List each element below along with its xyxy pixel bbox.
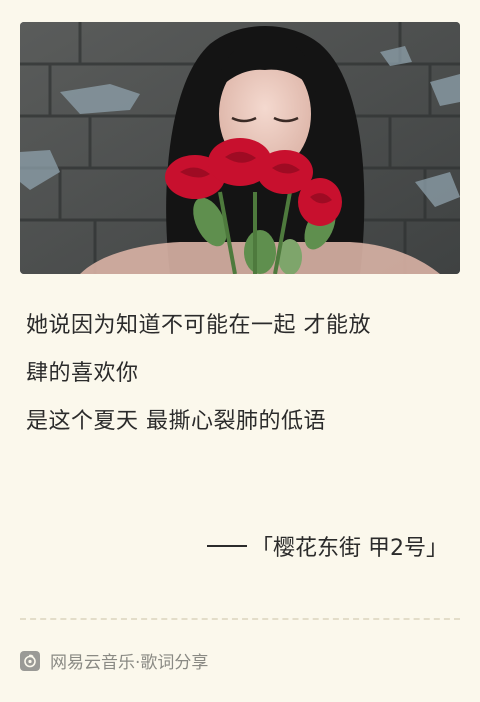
cover-photo: [20, 22, 460, 274]
song-attribution: 「樱花东街 甲2号」: [207, 530, 448, 562]
footer: 网易云音乐·歌词分享: [20, 648, 208, 673]
footer-label: 网易云音乐·歌词分享: [50, 653, 209, 673]
lyric-line: 她说因为知道不可能在一起 才能放: [26, 313, 371, 338]
lyric-line: 是这个夏天 最撕心裂肺的低语: [26, 409, 326, 434]
lyric-line: 肆的喜欢你: [26, 361, 139, 386]
netease-music-icon: [20, 650, 40, 671]
dashed-divider: [20, 618, 460, 620]
song-title: 「樱花东街 甲2号」: [251, 536, 448, 561]
lyric-share-card: 她说因为知道不可能在一起 才能放 肆的喜欢你 是这个夏天 最撕心裂肺的低语 「樱…: [0, 0, 480, 702]
lyrics-text: 她说因为知道不可能在一起 才能放 肆的喜欢你 是这个夏天 最撕心裂肺的低语: [26, 302, 456, 446]
woman-with-red-roses-photo: [20, 22, 460, 274]
em-dash: [207, 545, 247, 547]
